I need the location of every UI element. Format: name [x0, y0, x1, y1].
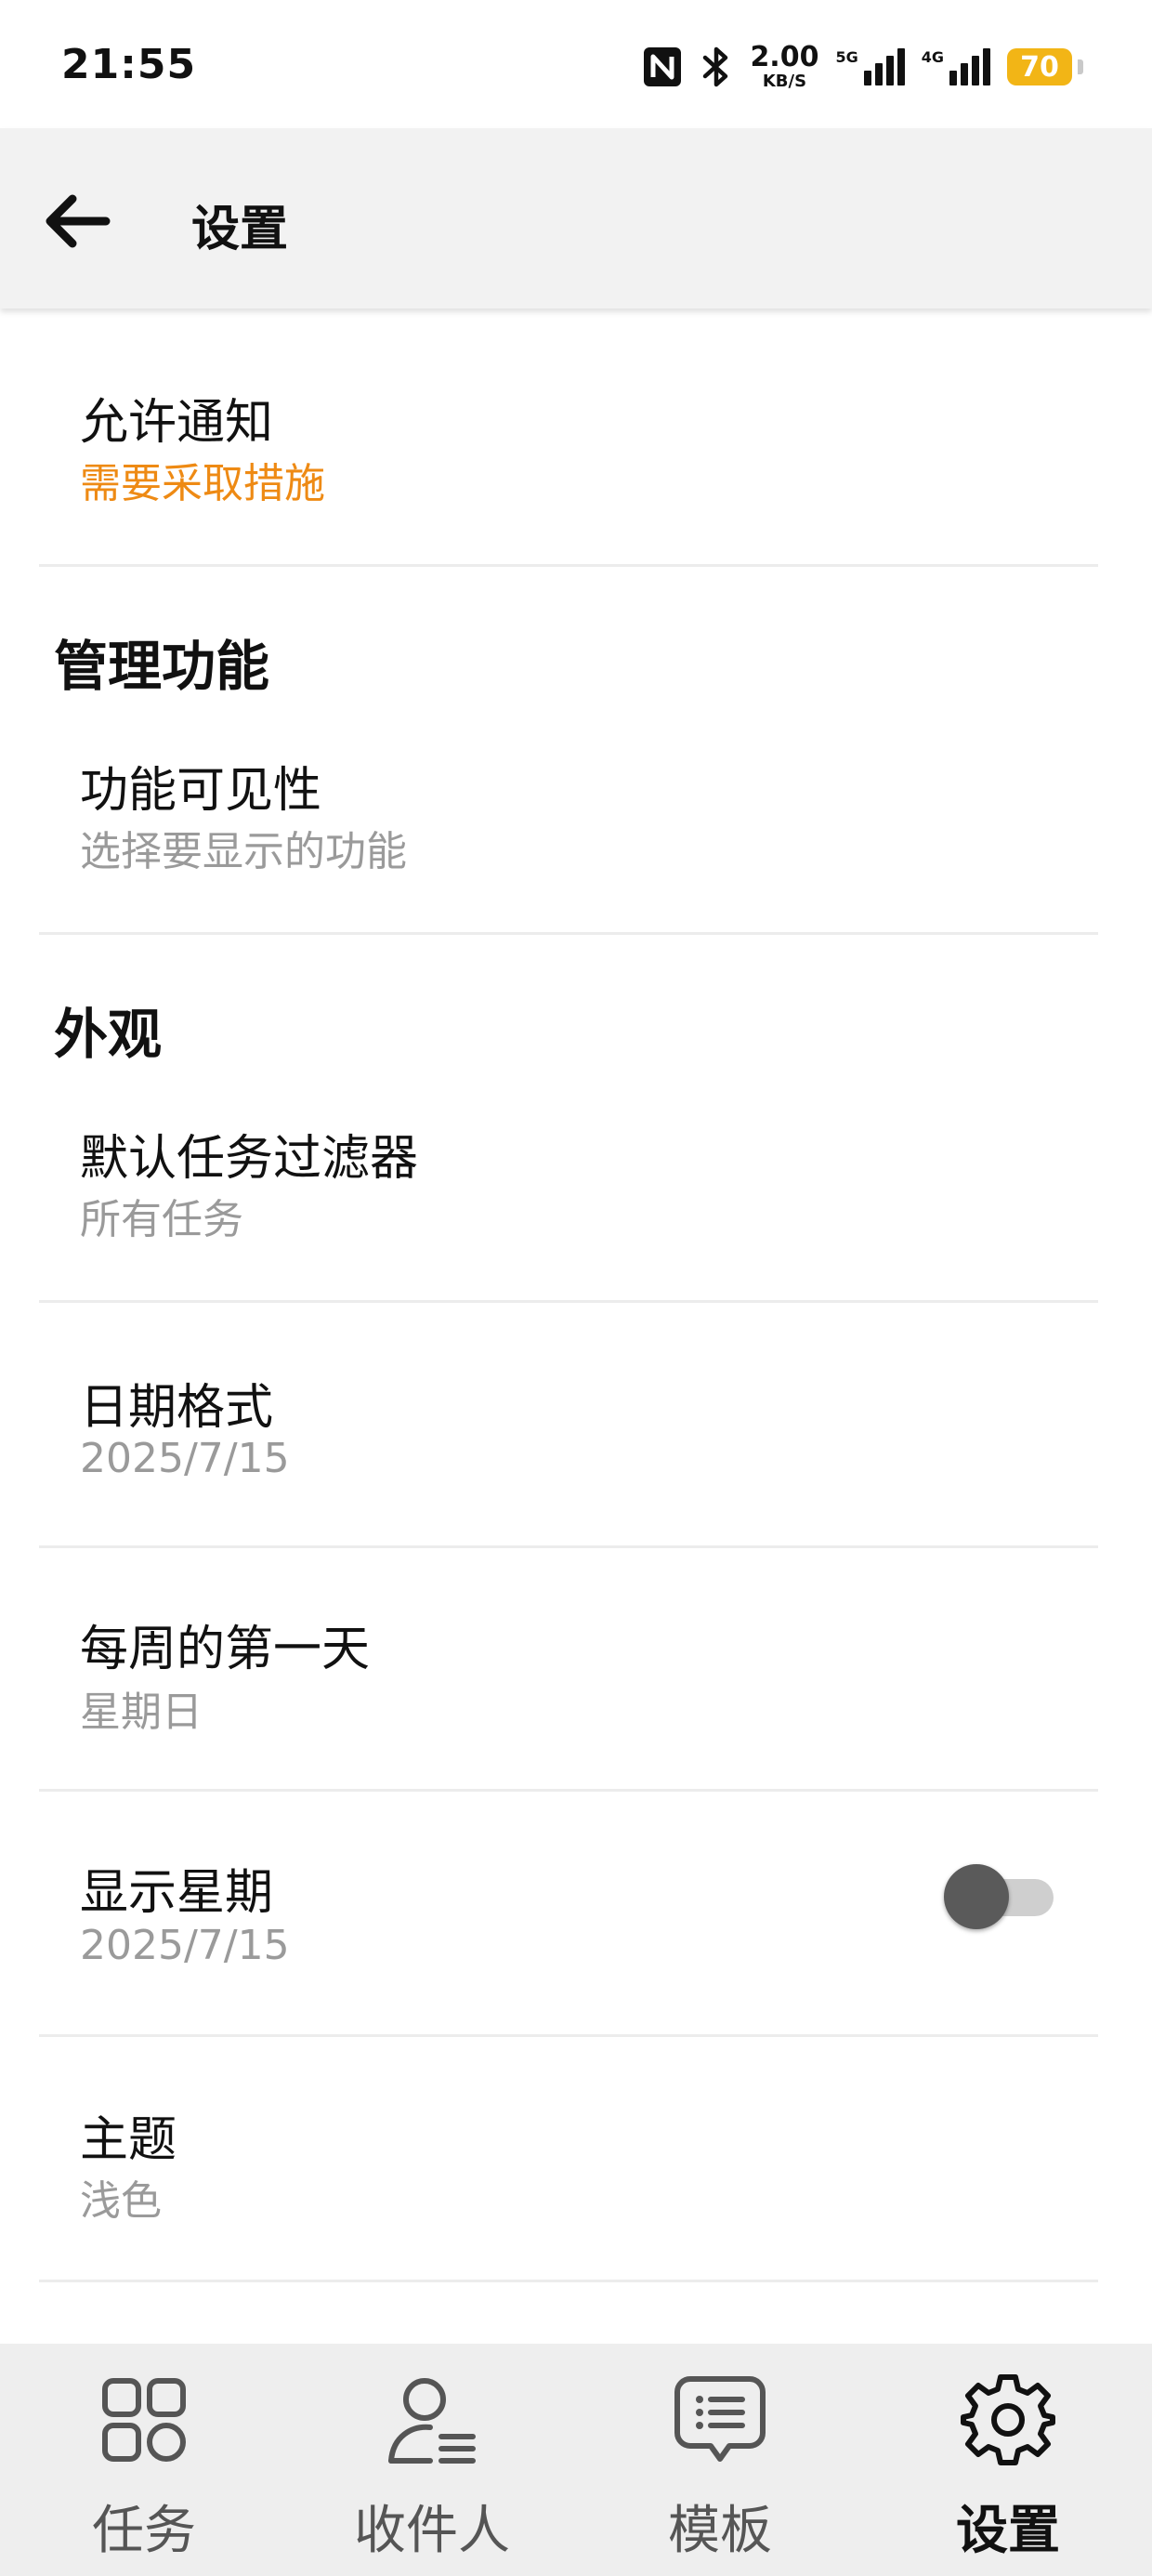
nav-settings[interactable]: 设置: [864, 2344, 1152, 2576]
battery-icon: 70: [1007, 48, 1083, 85]
battery-level: 70: [1007, 48, 1072, 85]
setting-allow-notifications[interactable]: 允许通知 需要采取措施: [39, 309, 1098, 567]
status-bar: 21:55 2.00 KB/S 5G 4G 70: [0, 0, 1152, 128]
toggle-thumb: [944, 1864, 1009, 1929]
arrow-left-icon: [46, 194, 111, 248]
app-bar: 设置: [0, 128, 1152, 309]
setting-subtitle: 2025/7/15: [80, 1435, 290, 1482]
nav-recipients[interactable]: 收件人: [288, 2344, 576, 2576]
setting-subtitle: 浅色: [80, 2177, 162, 2225]
setting-title: 默认任务过滤器: [80, 1131, 419, 1187]
nav-label: 收件人: [354, 2501, 510, 2561]
message-list-icon: [674, 2376, 766, 2462]
section-header-appearance: 外观: [54, 1003, 163, 1066]
nav-label: 设置: [956, 2501, 1060, 2561]
show-weekday-toggle[interactable]: [944, 1860, 1055, 1929]
bluetooth-icon: [703, 46, 728, 87]
page-title: 设置: [191, 202, 289, 257]
nav-label: 任务: [92, 2501, 196, 2561]
setting-title: 每周的第一天: [80, 1622, 371, 1677]
setting-title: 功能可见性: [80, 763, 322, 819]
setting-date-format[interactable]: 日期格式 2025/7/15: [39, 1303, 1098, 1548]
signal-icon-sim2: 4G: [922, 48, 990, 85]
setting-title: 主题: [80, 2112, 177, 2168]
status-time: 21:55: [61, 41, 197, 88]
setting-subtitle: 所有任务: [80, 1196, 243, 1243]
contacts-icon: [388, 2378, 476, 2464]
nav-tasks[interactable]: 任务: [0, 2344, 288, 2576]
back-button[interactable]: [32, 177, 121, 266]
nav-templates[interactable]: 模板: [576, 2344, 864, 2576]
nav-label: 模板: [668, 2501, 772, 2561]
nfc-icon: [644, 47, 682, 86]
network-speed-unit: KB/S: [762, 72, 807, 91]
setting-first-day-of-week[interactable]: 每周的第一天 星期日: [39, 1548, 1098, 1792]
setting-feature-visibility[interactable]: 功能可见性 选择要显示的功能: [39, 699, 1098, 935]
sim1-network-label: 5G: [835, 48, 858, 66]
setting-title: 显示星期: [80, 1865, 274, 1921]
setting-show-weekday[interactable]: 显示星期 2025/7/15: [39, 1792, 1098, 2037]
setting-title: 日期格式: [80, 1380, 274, 1436]
signal-icon-sim1: 5G: [835, 48, 905, 85]
network-speed-value: 2.00: [750, 41, 819, 73]
setting-subtitle: 选择要显示的功能: [80, 828, 407, 875]
setting-title: 允许通知: [80, 395, 274, 451]
sim2-network-label: 4G: [921, 48, 944, 66]
setting-subtitle-warning: 需要采取措施: [80, 460, 325, 507]
status-icons: 2.00 KB/S 5G 4G 70: [642, 41, 1083, 93]
bottom-navigation: 任务 收件人 模板 设置: [0, 2344, 1152, 2576]
gear-icon: [961, 2374, 1055, 2465]
setting-default-task-filter[interactable]: 默认任务过滤器 所有任务: [39, 1067, 1098, 1303]
network-speed: 2.00 KB/S: [750, 44, 818, 90]
grid-icon: [102, 2378, 186, 2462]
setting-subtitle: 2025/7/15: [80, 1922, 290, 1969]
setting-theme[interactable]: 主题 浅色: [39, 2037, 1098, 2282]
section-header-manage: 管理功能: [54, 635, 270, 698]
setting-subtitle: 星期日: [80, 1689, 203, 1736]
